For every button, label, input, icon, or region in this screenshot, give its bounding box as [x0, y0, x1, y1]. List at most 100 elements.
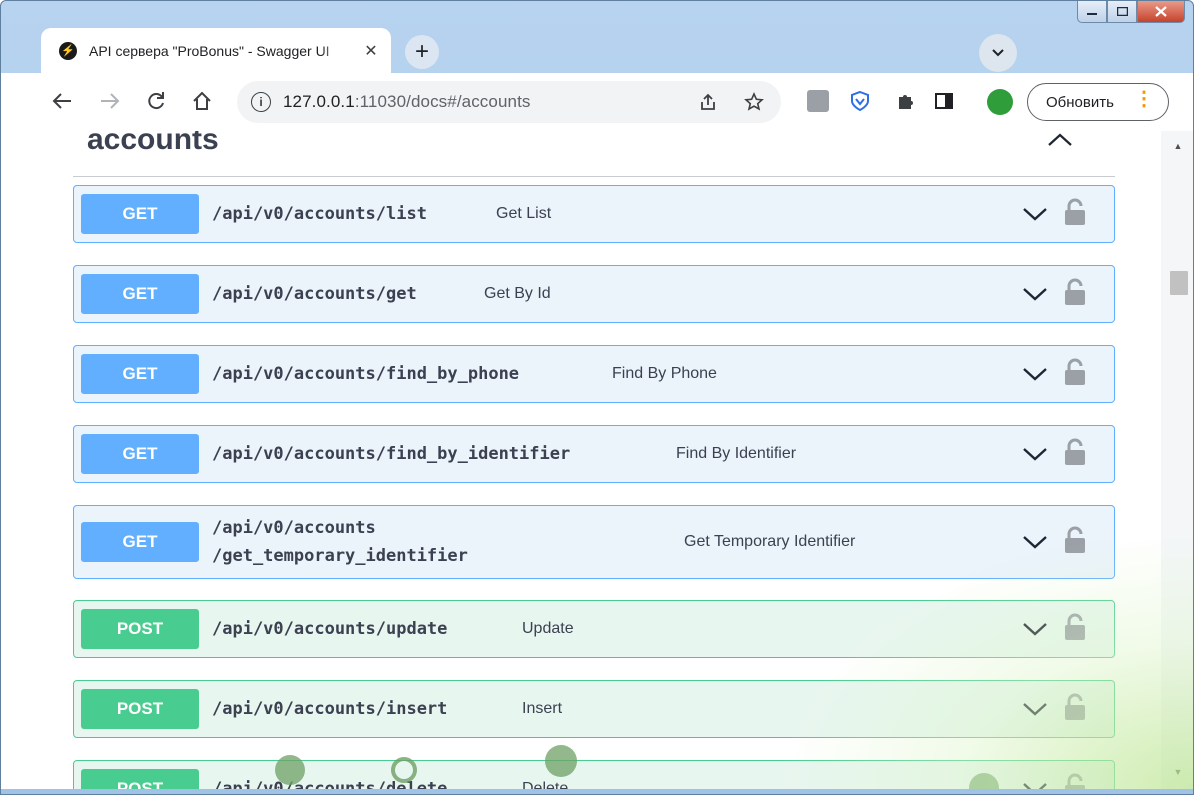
site-info-icon[interactable]: i: [251, 92, 271, 112]
tab-close-icon[interactable]: ✕: [361, 41, 381, 61]
chevron-down-icon[interactable]: [1022, 701, 1048, 717]
window-controls: [1077, 1, 1185, 29]
browser-tab[interactable]: ⚡ API сервера "ProBonus" - Swagger UI ✕: [41, 28, 391, 73]
collapse-chevron-up-icon[interactable]: [1047, 131, 1073, 153]
chevron-down-icon[interactable]: [1022, 534, 1048, 550]
operation-path: /api/v0/accounts/update: [212, 619, 448, 639]
chevron-down-icon[interactable]: [1022, 446, 1048, 462]
tab-search-button[interactable]: [979, 34, 1017, 72]
maximize-icon: [1116, 7, 1128, 16]
operation-summary: Get List: [496, 205, 552, 222]
operation-summary: Get By Id: [484, 285, 551, 302]
scroll-up-arrow-icon[interactable]: ▲: [1161, 137, 1193, 155]
url-text: 127.0.0.1:11030/docs#/accounts: [283, 92, 531, 112]
back-arrow-icon: [52, 93, 71, 109]
operation-path: /api/v0/accounts/find_by_identifier: [212, 444, 571, 464]
lock-icon[interactable]: [1064, 773, 1086, 789]
forward-button[interactable]: [95, 86, 125, 116]
reload-button[interactable]: [141, 86, 171, 116]
method-badge: POST: [81, 609, 199, 649]
side-panel-icon[interactable]: [931, 88, 957, 114]
scrollbar-thumb[interactable]: [1170, 271, 1188, 295]
tab-strip: ⚡ API сервера "ProBonus" - Swagger UI ✕ …: [1, 1, 1193, 73]
reload-icon: [148, 92, 164, 110]
chevron-down-icon: [992, 49, 1004, 57]
method-badge: POST: [81, 769, 199, 789]
method-badge: POST: [81, 689, 199, 729]
operation-summary: Delete: [522, 780, 569, 789]
decorative-dot: [545, 745, 577, 777]
share-icon[interactable]: [695, 89, 721, 115]
page-viewport: accounts GET /api/v0/accounts/list Get L…: [1, 131, 1193, 789]
operation-post-insert[interactable]: POST /api/v0/accounts/insert Insert: [73, 680, 1115, 738]
extensions-puzzle-icon[interactable]: [893, 88, 919, 114]
operation-summary: Insert: [522, 700, 563, 717]
minimize-icon: [1087, 12, 1097, 15]
lock-icon[interactable]: [1064, 438, 1086, 466]
operation-find-by-phone[interactable]: GET /api/v0/accounts/find_by_phone Find …: [73, 345, 1115, 403]
profile-avatar-icon[interactable]: [987, 89, 1013, 115]
scroll-down-arrow-icon[interactable]: ▼: [1161, 763, 1193, 781]
method-badge: GET: [81, 274, 199, 314]
url-path: :11030/docs#/accounts: [354, 92, 531, 111]
chevron-down-icon[interactable]: [1022, 286, 1048, 302]
more-menu-icon[interactable]: ⋮: [1134, 89, 1154, 109]
update-label: Обновить: [1046, 93, 1114, 111]
operation-path-line1: /api/v0/accounts: [212, 518, 376, 538]
browser-toolbar: i 127.0.0.1:11030/docs#/accounts Обновит…: [1, 73, 1193, 131]
chevron-down-icon[interactable]: [1022, 206, 1048, 222]
tag-title: accounts: [87, 131, 219, 156]
operation-find-by-identifier[interactable]: GET /api/v0/accounts/find_by_identifier …: [73, 425, 1115, 483]
operation-path: /api/v0/accounts/insert: [212, 699, 448, 719]
method-badge: GET: [81, 522, 199, 562]
operation-path: /api/v0/accounts/delete: [212, 779, 448, 789]
operation-post-delete[interactable]: POST /api/v0/accounts/delete Delete: [73, 760, 1115, 789]
operation-get-temporary-identifier[interactable]: GET /api/v0/accounts /get_temporary_iden…: [73, 505, 1115, 579]
back-button[interactable]: [47, 86, 77, 116]
operation-get-list[interactable]: GET /api/v0/accounts/list Get List: [73, 185, 1115, 243]
address-bar[interactable]: i 127.0.0.1:11030/docs#/accounts: [237, 81, 781, 123]
vertical-scrollbar[interactable]: ▲ ▼: [1161, 131, 1193, 789]
chevron-down-icon[interactable]: [1022, 366, 1048, 382]
chevron-down-icon[interactable]: [1022, 781, 1048, 789]
update-browser-button[interactable]: Обновить ⋮: [1027, 83, 1169, 121]
lock-icon[interactable]: [1064, 198, 1086, 226]
new-tab-button[interactable]: +: [405, 35, 439, 69]
operation-summary: Find By Identifier: [676, 445, 797, 462]
url-host: 127.0.0.1: [283, 92, 355, 111]
browser-window: ⚡ API сервера "ProBonus" - Swagger UI ✕ …: [0, 0, 1194, 795]
forward-arrow-icon: [101, 93, 120, 109]
decorative-dot: [275, 755, 305, 785]
operation-post-update[interactable]: POST /api/v0/accounts/update Update: [73, 600, 1115, 658]
close-window-button[interactable]: [1137, 1, 1185, 23]
method-badge: GET: [81, 434, 199, 474]
lock-icon[interactable]: [1064, 358, 1086, 386]
maximize-button[interactable]: [1107, 1, 1137, 23]
operation-summary: Find By Phone: [612, 365, 717, 382]
decorative-ring: [391, 757, 417, 783]
lock-icon[interactable]: [1064, 613, 1086, 641]
swagger-favicon-icon: ⚡: [59, 41, 77, 60]
vpn-shield-icon[interactable]: [847, 88, 873, 114]
extension-avatar-icon[interactable]: [807, 90, 829, 112]
operation-summary: Update: [522, 620, 574, 637]
close-icon: [1155, 6, 1167, 17]
bookmark-star-icon[interactable]: [741, 89, 767, 115]
lock-icon[interactable]: [1064, 526, 1086, 554]
operation-path: /api/v0/accounts/find_by_phone: [212, 364, 520, 384]
home-button[interactable]: [187, 86, 217, 116]
operation-path-line2: /get_temporary_identifier: [212, 546, 468, 566]
operation-path: /api/v0/accounts/list: [212, 204, 427, 224]
method-badge: GET: [81, 194, 199, 234]
minimize-button[interactable]: [1077, 1, 1107, 23]
tag-section-header[interactable]: accounts: [73, 131, 1115, 177]
lock-icon[interactable]: [1064, 693, 1086, 721]
method-badge: GET: [81, 354, 199, 394]
lock-icon[interactable]: [1064, 278, 1086, 306]
operation-get-by-id[interactable]: GET /api/v0/accounts/get Get By Id: [73, 265, 1115, 323]
operation-summary: Get Temporary Identifier: [684, 533, 856, 550]
home-icon: [193, 91, 211, 110]
operation-path: /api/v0/accounts/get: [212, 284, 417, 304]
chevron-down-icon[interactable]: [1022, 621, 1048, 637]
tab-title: API сервера "ProBonus" - Swagger UI: [89, 42, 330, 59]
